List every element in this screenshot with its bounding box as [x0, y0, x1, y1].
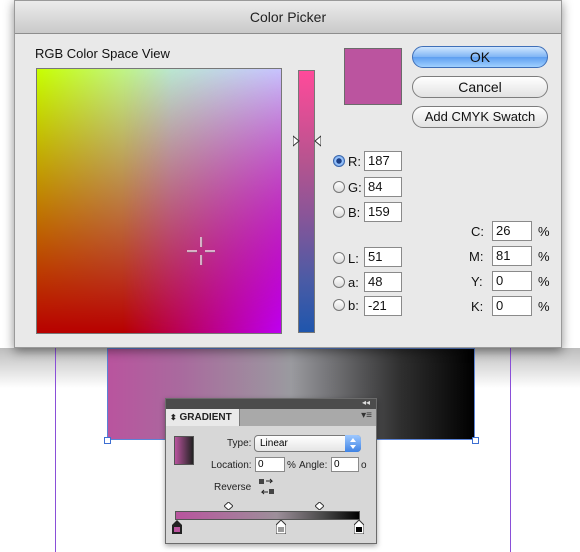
- unit-c: %: [538, 224, 550, 239]
- radio-lab-b[interactable]: [333, 299, 345, 311]
- radio-r[interactable]: [333, 155, 345, 167]
- location-label: Location:: [211, 460, 252, 471]
- label-r: R:: [348, 154, 361, 169]
- chevron-updown-icon: [345, 435, 361, 452]
- input-k[interactable]: 0: [492, 296, 532, 316]
- hue-slider[interactable]: [298, 70, 315, 333]
- label-k: K:: [471, 299, 484, 314]
- type-select-value: Linear: [260, 438, 288, 449]
- angle-input[interactable]: 0: [331, 457, 359, 472]
- color-field[interactable]: [36, 68, 282, 334]
- slider-handle-icon[interactable]: [293, 135, 321, 147]
- ok-button[interactable]: OK: [412, 46, 548, 68]
- input-m[interactable]: 81: [492, 246, 532, 266]
- panel-menu-icon[interactable]: ▾≡: [361, 410, 372, 421]
- panel-titlebar[interactable]: ◂◂: [166, 398, 376, 409]
- gradient-stop-middle[interactable]: [276, 520, 286, 534]
- add-cmyk-swatch-button[interactable]: Add CMYK Swatch: [412, 106, 548, 128]
- location-input[interactable]: 0: [255, 457, 285, 472]
- dialog-title: Color Picker: [15, 1, 561, 34]
- collapse-icon[interactable]: ◂◂: [362, 398, 370, 407]
- unit-m: %: [538, 249, 550, 264]
- label-a: a:: [348, 275, 359, 290]
- tab-gradient[interactable]: ⬍ GRADIENT: [166, 409, 240, 426]
- input-l[interactable]: 51: [364, 247, 402, 267]
- margin-guide-right: [510, 348, 511, 552]
- label-m: M:: [469, 249, 484, 264]
- tab-gradient-label: GRADIENT: [179, 412, 232, 423]
- angle-unit: o: [361, 460, 367, 471]
- gradient-panel: ◂◂ ▾≡ ⬍ GRADIENT Type: Linear Location: …: [165, 398, 377, 544]
- reverse-icon[interactable]: [258, 478, 276, 496]
- label-b: B:: [348, 205, 361, 220]
- reverse-label: Reverse: [214, 482, 252, 493]
- color-picker-dialog: Color Picker RGB Color Space View OK Can…: [14, 0, 562, 348]
- crosshair-icon: [187, 237, 215, 265]
- type-select[interactable]: Linear: [254, 435, 361, 452]
- input-a[interactable]: 48: [364, 272, 402, 292]
- input-b[interactable]: 159: [364, 202, 402, 222]
- gradient-stop-start[interactable]: [172, 520, 182, 534]
- gradient-ramp[interactable]: [175, 511, 360, 520]
- label-y: Y:: [471, 274, 483, 289]
- unit-y: %: [538, 274, 550, 289]
- input-y[interactable]: 0: [492, 271, 532, 291]
- input-c[interactable]: 26: [492, 221, 532, 241]
- midpoint-diamond-2[interactable]: [315, 502, 324, 510]
- label-l: L:: [348, 251, 359, 266]
- gradient-preview-swatch[interactable]: [174, 436, 194, 465]
- radio-b[interactable]: [333, 206, 345, 218]
- margin-guide-left: [55, 348, 56, 552]
- location-unit: %: [287, 460, 296, 471]
- input-r[interactable]: 187: [364, 151, 402, 171]
- gradient-stop-end[interactable]: [354, 520, 364, 534]
- radio-g[interactable]: [333, 181, 345, 193]
- cancel-button[interactable]: Cancel: [412, 76, 548, 98]
- midpoint-diamond-1[interactable]: [224, 502, 233, 510]
- unit-k: %: [538, 299, 550, 314]
- angle-label: Angle:: [299, 460, 328, 471]
- input-lab-b[interactable]: -21: [364, 296, 402, 316]
- color-space-label: RGB Color Space View: [35, 46, 170, 61]
- selection-handle-bottom-right[interactable]: [472, 437, 479, 444]
- current-color-swatch: [344, 48, 402, 105]
- radio-a[interactable]: [333, 276, 345, 288]
- label-g: G:: [348, 180, 362, 195]
- label-lab-b: b:: [348, 298, 359, 313]
- radio-l[interactable]: [333, 252, 345, 264]
- type-label: Type:: [227, 438, 252, 449]
- input-g[interactable]: 84: [364, 177, 402, 197]
- label-c: C:: [471, 224, 484, 239]
- selection-handle-bottom-left[interactable]: [104, 437, 111, 444]
- tab-arrows-icon: ⬍: [170, 413, 177, 422]
